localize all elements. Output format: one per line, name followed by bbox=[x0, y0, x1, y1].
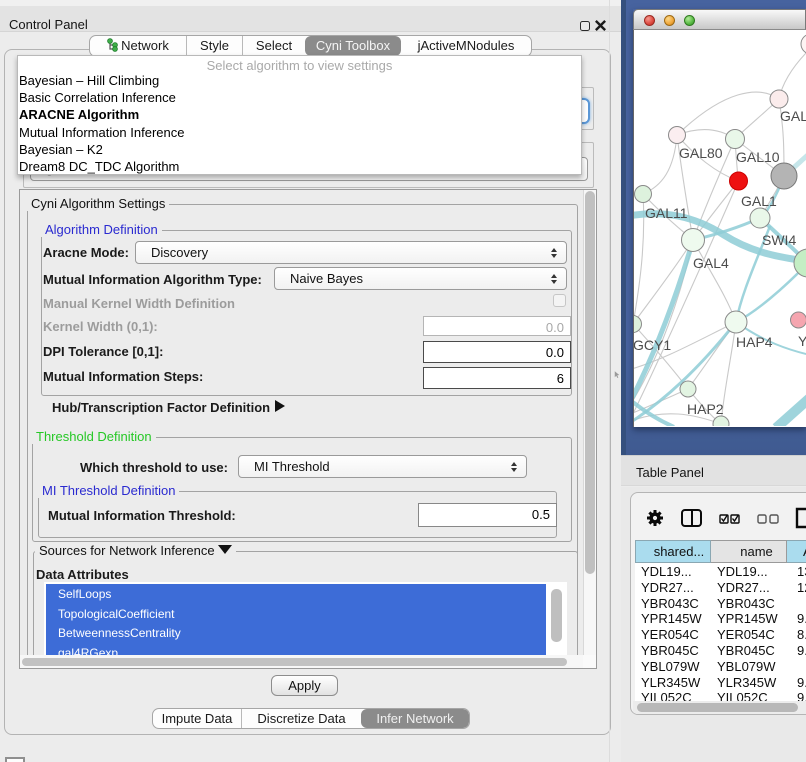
svg-text:SWI4: SWI4 bbox=[762, 232, 796, 248]
svg-text:GAL2: GAL2 bbox=[780, 108, 806, 124]
svg-text:GCY1: GCY1 bbox=[634, 337, 671, 353]
svg-text:HAP2: HAP2 bbox=[687, 401, 724, 417]
svg-text:Y: Y bbox=[798, 333, 806, 349]
svg-text:GAL11: GAL11 bbox=[645, 205, 688, 221]
svg-text:GAL80: GAL80 bbox=[679, 145, 723, 161]
svg-text:HAP4: HAP4 bbox=[736, 334, 773, 350]
svg-text:GAL10: GAL10 bbox=[736, 149, 780, 165]
svg-text:GAL1: GAL1 bbox=[741, 193, 777, 209]
svg-text:GAL4: GAL4 bbox=[693, 255, 729, 271]
